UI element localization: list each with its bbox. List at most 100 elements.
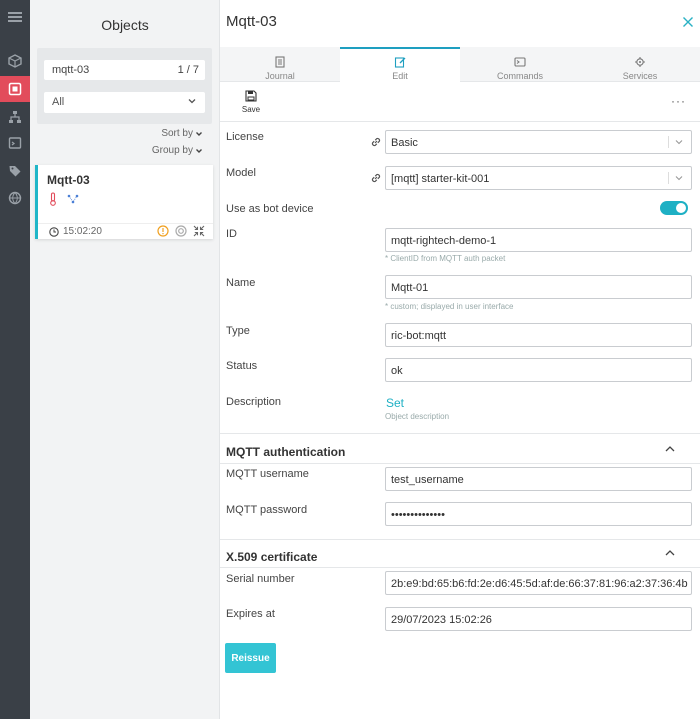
more-menu-button[interactable]: ··· <box>671 94 686 108</box>
journal-icon <box>275 56 285 68</box>
name-label: Name <box>226 277 256 289</box>
id-label: ID <box>226 228 237 240</box>
filter-selected-value: All <box>52 96 65 108</box>
chevron-down-icon <box>188 99 196 104</box>
description-hint: Object description <box>385 412 450 421</box>
tab-edit[interactable]: Edit <box>340 47 460 82</box>
cert-section-title: X.509 certificate <box>226 550 318 564</box>
globe-icon[interactable] <box>0 185 30 211</box>
object-card-title: Mqtt-03 <box>47 173 90 187</box>
expires-at-label: Expires at <box>226 608 275 620</box>
description-label: Description <box>226 396 282 408</box>
objects-nav-icon[interactable] <box>0 76 30 102</box>
description-set-link[interactable]: Set <box>386 396 404 410</box>
tag-icon[interactable] <box>0 158 30 184</box>
alert-icon[interactable] <box>157 225 169 237</box>
license-label: License <box>226 131 264 143</box>
collapse-icon[interactable] <box>193 225 205 237</box>
nav-rail <box>0 0 30 719</box>
name-field[interactable]: Mqtt-01 <box>385 275 692 299</box>
type-value: ric-bot:mqtt <box>391 330 447 342</box>
chevron-down-icon <box>196 131 202 136</box>
filter-box: mqtt-03 1 / 7 All <box>37 48 212 124</box>
tab-bar: Journal Edit Commands Services <box>220 47 700 82</box>
console-icon[interactable] <box>0 130 30 156</box>
object-card-footer: 15:02:20 <box>38 223 213 239</box>
clock-icon <box>49 226 59 237</box>
save-label: Save <box>241 105 261 114</box>
status-field[interactable]: ok <box>385 358 692 382</box>
license-select[interactable]: Basic <box>385 130 692 154</box>
chevron-up-icon[interactable] <box>664 444 676 454</box>
object-card-actions <box>157 225 205 237</box>
tab-services[interactable]: Services <box>580 47 700 82</box>
objects-title: Objects <box>101 17 149 33</box>
chevron-up-icon[interactable] <box>664 548 676 558</box>
hierarchy-icon[interactable] <box>0 104 30 130</box>
tab-journal[interactable]: Journal <box>220 47 340 82</box>
mqtt-password-label: MQTT password <box>226 504 308 516</box>
mqtt-password-field[interactable]: •••••••••••••• <box>385 502 692 526</box>
tab-commands-label: Commands <box>496 71 543 81</box>
name-hint: * custom; displayed in user interface <box>385 302 514 311</box>
model-select[interactable]: [mqtt] starter-kit-001 <box>385 166 692 190</box>
services-gear-icon <box>635 57 645 67</box>
group-by-toggle[interactable]: Group by <box>152 145 203 156</box>
type-label: Type <box>226 325 250 337</box>
sort-by-toggle[interactable]: Sort by <box>161 128 203 139</box>
bot-device-toggle[interactable] <box>660 201 688 215</box>
link-icon[interactable] <box>370 172 382 184</box>
reissue-button[interactable]: Reissue <box>225 643 276 673</box>
network-icon <box>67 194 79 204</box>
save-icon <box>245 90 257 102</box>
target-icon[interactable] <box>175 225 187 237</box>
filter-select[interactable]: All <box>44 92 205 113</box>
search-value: mqtt-03 <box>52 64 90 76</box>
serial-number-label: Serial number <box>226 573 295 585</box>
expires-at-value: 29/07/2023 15:02:26 <box>391 614 492 626</box>
object-card[interactable]: Mqtt-03 15:02:20 <box>35 165 213 239</box>
serial-number-value: 2b:e9:bd:65:b6:fd:2e:d6:45:5d:af:de:66:3… <box>391 578 688 590</box>
toolbar: Save ··· <box>220 82 700 122</box>
edit-icon <box>394 57 406 68</box>
name-value: Mqtt-01 <box>391 282 429 294</box>
group-by-label: Group by <box>151 145 193 156</box>
tab-journal-label: Journal <box>265 71 295 81</box>
tab-commands[interactable]: Commands <box>460 47 580 82</box>
last-seen: 15:02:20 <box>49 226 102 237</box>
id-hint: * ClientID from MQTT auth packet <box>385 254 506 263</box>
model-label: Model <box>226 167 256 179</box>
chevron-down-icon <box>675 140 683 145</box>
hamburger-menu-icon[interactable] <box>0 4 30 30</box>
mqtt-username-value: test_username <box>391 474 464 486</box>
id-field[interactable]: mqtt-rightech-demo-1 <box>385 228 692 252</box>
tab-edit-label: Edit <box>392 71 408 81</box>
mqtt-section-title: MQTT authentication <box>226 445 346 459</box>
cube-icon[interactable] <box>0 48 30 74</box>
link-icon[interactable] <box>370 136 382 148</box>
save-button[interactable]: Save <box>242 90 260 114</box>
objects-panel: Objects mqtt-03 1 / 7 All Sort by Group … <box>30 0 220 719</box>
sort-by-label: Sort by <box>161 128 193 139</box>
bot-device-label: Use as bot device <box>226 203 314 215</box>
mqtt-username-field[interactable]: test_username <box>385 467 692 491</box>
license-value: Basic <box>391 137 418 149</box>
mqtt-password-value: •••••••••••••• <box>391 509 445 521</box>
search-input[interactable]: mqtt-03 1 / 7 <box>44 60 205 80</box>
close-icon[interactable] <box>682 16 694 28</box>
search-result-count: 1 / 7 <box>177 64 199 76</box>
chevron-down-icon <box>675 176 683 181</box>
expires-at-field[interactable]: 29/07/2023 15:02:26 <box>385 607 692 631</box>
last-seen-time: 15:02:20 <box>63 226 102 237</box>
terminal-icon <box>514 57 526 67</box>
object-editor: Mqtt-03 Journal Edit Commands Services S… <box>220 0 700 719</box>
serial-number-field[interactable]: 2b:e9:bd:65:b6:fd:2e:d6:45:5d:af:de:66:3… <box>385 571 692 595</box>
status-label: Status <box>226 360 258 372</box>
mqtt-username-label: MQTT username <box>226 468 309 480</box>
id-value: mqtt-rightech-demo-1 <box>391 235 497 247</box>
thermometer-icon <box>50 192 56 206</box>
type-field[interactable]: ric-bot:mqtt <box>385 323 692 347</box>
object-card-icons <box>49 192 79 206</box>
model-value: [mqtt] starter-kit-001 <box>391 173 490 185</box>
tab-services-label: Services <box>622 71 658 81</box>
